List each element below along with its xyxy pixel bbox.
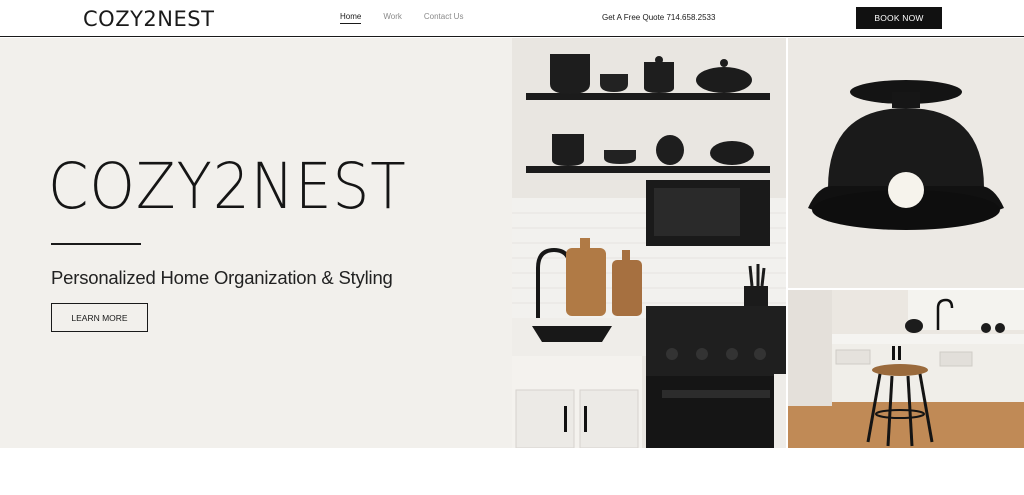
hero-divider — [51, 243, 141, 245]
kitchen-photo — [512, 38, 786, 448]
hero-panel: COZY2NEST Personalized Home Organization… — [0, 38, 512, 448]
nav-work-link[interactable]: Work — [383, 12, 402, 24]
free-quote-phone[interactable]: Get A Free Quote 714.658.2533 — [602, 13, 715, 22]
kitchen-stool-photo — [788, 290, 1024, 448]
site-header: COZY2NEST Home Work Contact Us Get A Fre… — [0, 0, 1024, 37]
book-now-button[interactable]: BOOK NOW — [856, 7, 942, 29]
site-logo[interactable]: COZY2NEST — [83, 7, 214, 31]
main-nav: Home Work Contact Us — [340, 12, 463, 24]
nav-contact-link[interactable]: Contact Us — [424, 12, 464, 24]
hero-title: COZY2NEST — [48, 150, 407, 223]
hero-subtitle: Personalized Home Organization & Styling — [51, 267, 393, 288]
nav-home-link[interactable]: Home — [340, 12, 362, 24]
pendant-lamp-photo — [788, 38, 1024, 288]
learn-more-button[interactable]: LEARN MORE — [51, 303, 148, 332]
